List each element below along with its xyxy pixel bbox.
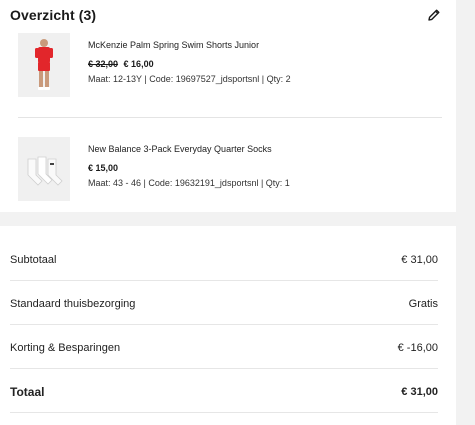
- item-price-old: € 32,00: [88, 59, 119, 69]
- subtotal-row: Subtotaal € 31,00: [10, 240, 438, 281]
- total-row: Totaal € 31,00: [10, 372, 438, 413]
- shipping-value: Gratis: [408, 298, 438, 310]
- total-label: Totaal: [10, 385, 45, 399]
- item-info: McKenzie Palm Spring Swim Shorts Junior …: [88, 39, 442, 85]
- item-divider: [18, 117, 442, 118]
- subtotal-label: Subtotaal: [10, 254, 57, 266]
- pencil-icon[interactable]: [426, 7, 442, 23]
- product-image-socks[interactable]: [18, 137, 70, 201]
- discount-value: € -16,00: [397, 342, 438, 354]
- discount-row: Korting & Besparingen € -16,00: [10, 328, 438, 369]
- item-price-current: € 15,00: [88, 163, 119, 173]
- cart-item[interactable]: McKenzie Palm Spring Swim Shorts Junior …: [18, 33, 442, 99]
- shipping-row: Standaard thuisbezorging Gratis: [10, 284, 438, 325]
- item-name[interactable]: New Balance 3-Pack Everyday Quarter Sock…: [88, 143, 442, 155]
- item-info: New Balance 3-Pack Everyday Quarter Sock…: [88, 143, 442, 189]
- item-price-current: € 16,00: [123, 59, 154, 69]
- overview-title: Overzicht (3): [10, 7, 97, 23]
- cart-item[interactable]: New Balance 3-Pack Everyday Quarter Sock…: [18, 137, 442, 203]
- shipping-label: Standaard thuisbezorging: [10, 298, 136, 310]
- item-meta: Maat: 12-13Y | Code: 19697527_jdsportsnl…: [88, 74, 291, 84]
- item-price: € 15,00: [88, 162, 442, 174]
- product-image-swim-shorts[interactable]: [18, 33, 70, 97]
- discount-label: Korting & Besparingen: [10, 342, 121, 354]
- item-name[interactable]: McKenzie Palm Spring Swim Shorts Junior: [88, 39, 442, 51]
- item-price: € 32,00 € 16,00: [88, 58, 442, 70]
- order-summary-card: Subtotaal € 31,00 Standaard thuisbezorgi…: [0, 226, 456, 425]
- order-overview-card: Overzicht (3) McKenzie Palm Spring Swim …: [0, 0, 456, 212]
- item-meta: Maat: 43 - 46 | Code: 19632191_jdsportsn…: [88, 178, 290, 188]
- subtotal-value: € 31,00: [401, 254, 438, 266]
- total-value: € 31,00: [401, 386, 438, 398]
- overview-header: Overzicht (3): [10, 5, 442, 25]
